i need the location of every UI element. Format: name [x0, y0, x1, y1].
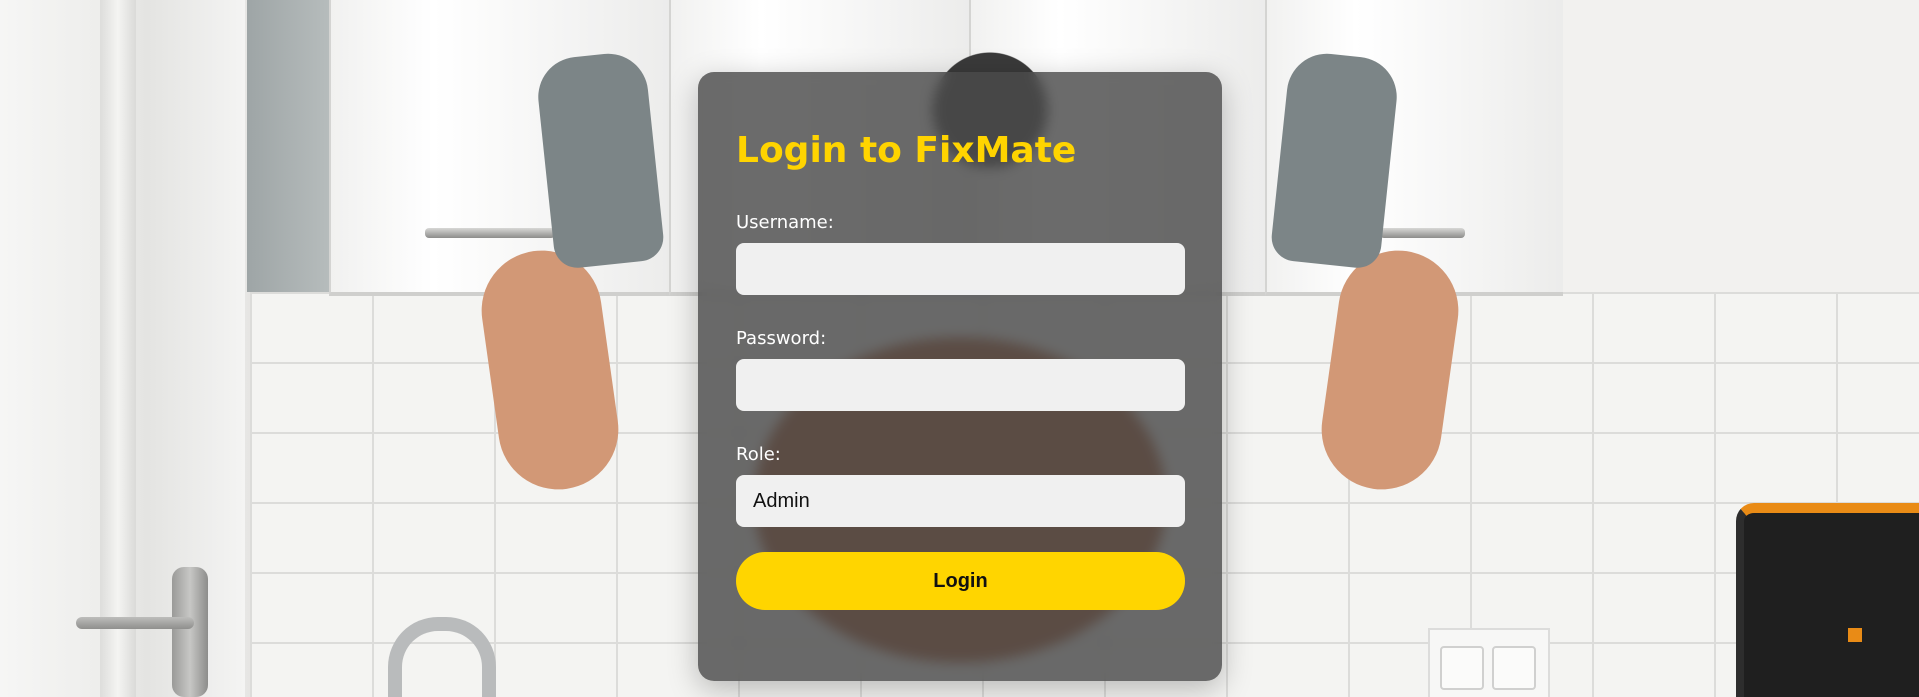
username-label: Username: — [736, 212, 834, 233]
login-form: Login to FixMate Username: Password: Rol… — [698, 72, 1222, 681]
password-input[interactable] — [736, 359, 1185, 411]
door-handle — [76, 617, 194, 629]
login-button[interactable]: Login — [736, 552, 1185, 610]
login-page: Login to FixMate Username: Password: Rol… — [0, 0, 1919, 697]
role-selected-value: Admin — [753, 489, 810, 512]
toolbox-latch — [1848, 628, 1862, 642]
toolbox — [1736, 503, 1919, 697]
wall-switch — [1428, 628, 1550, 697]
glove-left — [534, 49, 666, 271]
role-select[interactable]: Admin — [736, 475, 1185, 527]
username-input[interactable] — [736, 243, 1185, 295]
door-handle-plate — [172, 567, 208, 697]
door-frame — [100, 0, 136, 697]
glove-right — [1269, 49, 1401, 271]
role-label: Role: — [736, 444, 781, 465]
password-label: Password: — [736, 328, 827, 349]
cabinet-side — [247, 0, 329, 292]
login-title: Login to FixMate — [736, 130, 1077, 171]
